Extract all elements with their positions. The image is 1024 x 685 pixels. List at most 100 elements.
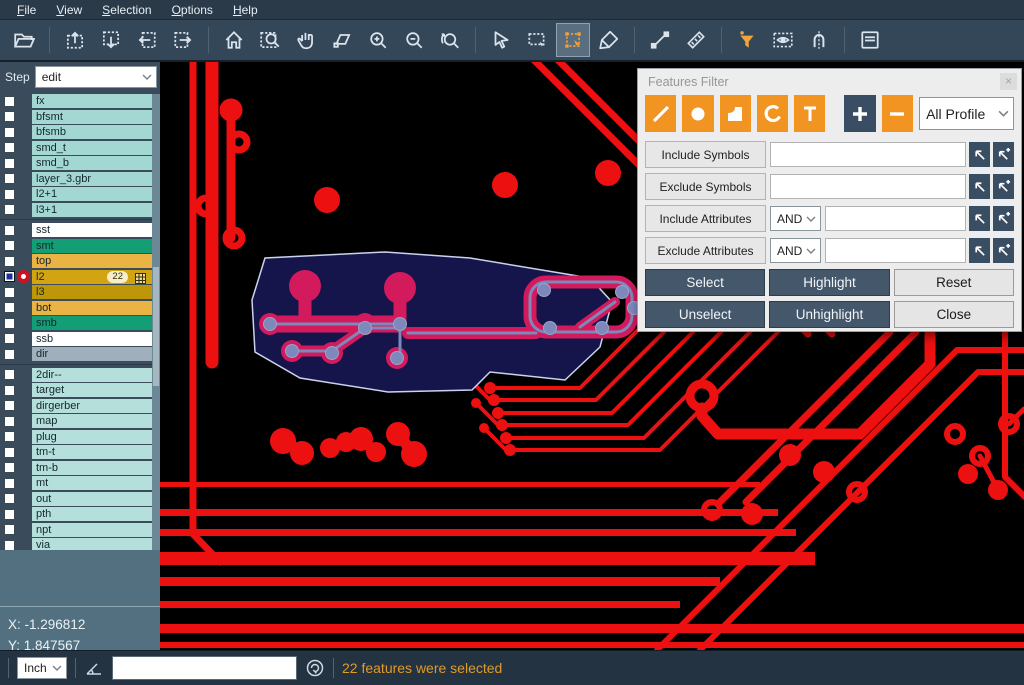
- include-symbols-button[interactable]: Include Symbols: [645, 141, 766, 168]
- pan-up-button[interactable]: [59, 24, 91, 56]
- layer-list-scrollbar[interactable]: [152, 94, 160, 550]
- layer-visibility-checkbox[interactable]: [4, 478, 15, 489]
- layer-visibility-checkbox[interactable]: [4, 369, 15, 380]
- menu-file[interactable]: File: [8, 1, 45, 19]
- layer-name[interactable]: npt: [32, 523, 152, 537]
- unhighlight-button[interactable]: Unhighlight: [769, 301, 889, 328]
- lines-filter-button[interactable]: [645, 95, 676, 132]
- include-attributes-operator-select[interactable]: AND: [770, 206, 821, 231]
- surfaces-filter-button[interactable]: [720, 95, 751, 132]
- select-rectangle-button[interactable]: [521, 24, 553, 56]
- select-region-button[interactable]: [557, 24, 589, 56]
- include-mode-button[interactable]: [844, 95, 875, 132]
- layer-visibility-checkbox[interactable]: [4, 173, 15, 184]
- include-symbols-pick-add-button[interactable]: [993, 142, 1014, 167]
- layer-name[interactable]: l2: [32, 270, 152, 284]
- zoom-in-button[interactable]: [362, 24, 394, 56]
- layer-name[interactable]: sst: [32, 223, 152, 237]
- layer-visibility-checkbox[interactable]: [4, 256, 15, 267]
- clear-highlight-button[interactable]: [593, 24, 625, 56]
- layer-visibility-checkbox[interactable]: [4, 400, 15, 411]
- features-filter-button[interactable]: [731, 24, 763, 56]
- layer-visibility-checkbox[interactable]: [4, 127, 15, 138]
- arcs-filter-button[interactable]: [757, 95, 788, 132]
- include-symbols-input[interactable]: [770, 142, 966, 167]
- pan-down-button[interactable]: [95, 24, 127, 56]
- select-pointer-button[interactable]: [485, 24, 517, 56]
- layer-visibility-checkbox[interactable]: [4, 385, 15, 396]
- pan-right-button[interactable]: [167, 24, 199, 56]
- menu-options[interactable]: Options: [163, 1, 222, 19]
- pan-hand-button[interactable]: [290, 24, 322, 56]
- sync-icon[interactable]: [305, 658, 325, 678]
- layer-visibility-checkbox[interactable]: [4, 111, 15, 122]
- close-button[interactable]: Close: [894, 301, 1014, 328]
- pan-left-button[interactable]: [131, 24, 163, 56]
- home-view-button[interactable]: [218, 24, 250, 56]
- open-folder-button[interactable]: [8, 24, 40, 56]
- layer-name[interactable]: target: [32, 383, 152, 397]
- layer-visibility-checkbox[interactable]: [4, 225, 15, 236]
- exclude-attributes-input[interactable]: [825, 238, 966, 263]
- layer-name[interactable]: plug: [32, 430, 152, 444]
- layer-visibility-checkbox[interactable]: [4, 96, 15, 107]
- net-loop-button[interactable]: [803, 24, 835, 56]
- pads-filter-button[interactable]: [682, 95, 713, 132]
- measure-ruler-button[interactable]: [680, 24, 712, 56]
- exclude-mode-button[interactable]: [882, 95, 913, 132]
- layer-name[interactable]: 2dir--: [32, 368, 152, 382]
- layer-visibility-checkbox[interactable]: [4, 509, 15, 520]
- layer-name[interactable]: smt: [32, 239, 152, 253]
- layer-name[interactable]: mt: [32, 476, 152, 490]
- exclude-attributes-pick-button[interactable]: [969, 238, 990, 263]
- layer-visibility-checkbox[interactable]: [4, 271, 15, 282]
- highlight-button[interactable]: Highlight: [769, 269, 889, 296]
- layer-visibility-checkbox[interactable]: [4, 189, 15, 200]
- include-attributes-pick-button[interactable]: [969, 206, 990, 231]
- layer-visibility-checkbox[interactable]: [4, 302, 15, 313]
- select-button[interactable]: Select: [645, 269, 765, 296]
- layer-visibility-checkbox[interactable]: [4, 204, 15, 215]
- layer-visibility-checkbox[interactable]: [4, 431, 15, 442]
- layer-visibility-checkbox[interactable]: [4, 493, 15, 504]
- include-attributes-input[interactable]: [825, 206, 966, 231]
- layer-visibility-checkbox[interactable]: [4, 240, 15, 251]
- layer-visibility-checkbox[interactable]: [4, 349, 15, 360]
- layer-visibility-checkbox[interactable]: [4, 462, 15, 473]
- scrollbar-thumb[interactable]: [153, 267, 159, 386]
- layer-name[interactable]: layer_3.gbr: [32, 172, 152, 186]
- layer-name[interactable]: map: [32, 414, 152, 428]
- step-select[interactable]: edit: [35, 66, 157, 88]
- menu-help[interactable]: Help: [224, 1, 267, 19]
- layer-visibility-checkbox[interactable]: [4, 158, 15, 169]
- exclude-symbols-button[interactable]: Exclude Symbols: [645, 173, 766, 200]
- layer-visibility-checkbox[interactable]: [4, 447, 15, 458]
- exclude-attributes-operator-select[interactable]: AND: [770, 238, 821, 263]
- layer-name[interactable]: pth: [32, 507, 152, 521]
- layer-name[interactable]: fx: [32, 94, 152, 108]
- menu-view[interactable]: View: [47, 1, 91, 19]
- zoom-out-button[interactable]: [398, 24, 430, 56]
- include-symbols-pick-button[interactable]: [969, 142, 990, 167]
- zoom-previous-button[interactable]: [434, 24, 466, 56]
- profile-select[interactable]: All Profile: [919, 97, 1014, 130]
- layer-name[interactable]: out: [32, 492, 152, 506]
- grid-icon[interactable]: [135, 271, 146, 282]
- layer-name[interactable]: smb: [32, 316, 152, 330]
- layer-name[interactable]: l2+1: [32, 187, 152, 201]
- layer-name[interactable]: smd_b: [32, 156, 152, 170]
- layer-name[interactable]: ssb: [32, 332, 152, 346]
- include-attributes-button[interactable]: Include Attributes: [645, 205, 766, 232]
- text-filter-button[interactable]: [794, 95, 825, 132]
- layer-visibility-checkbox[interactable]: [4, 142, 15, 153]
- layer-name[interactable]: l3+1: [32, 203, 152, 217]
- view-options-button[interactable]: [767, 24, 799, 56]
- layer-name[interactable]: top: [32, 254, 152, 268]
- menu-selection[interactable]: Selection: [93, 1, 160, 19]
- exclude-attributes-pick-add-button[interactable]: [993, 238, 1014, 263]
- layer-name[interactable]: dir: [32, 347, 152, 361]
- layer-name[interactable]: bot: [32, 301, 152, 315]
- layer-name[interactable]: smd_t: [32, 141, 152, 155]
- exclude-symbols-input[interactable]: [770, 174, 966, 199]
- layer-name[interactable]: bfsmt: [32, 110, 152, 124]
